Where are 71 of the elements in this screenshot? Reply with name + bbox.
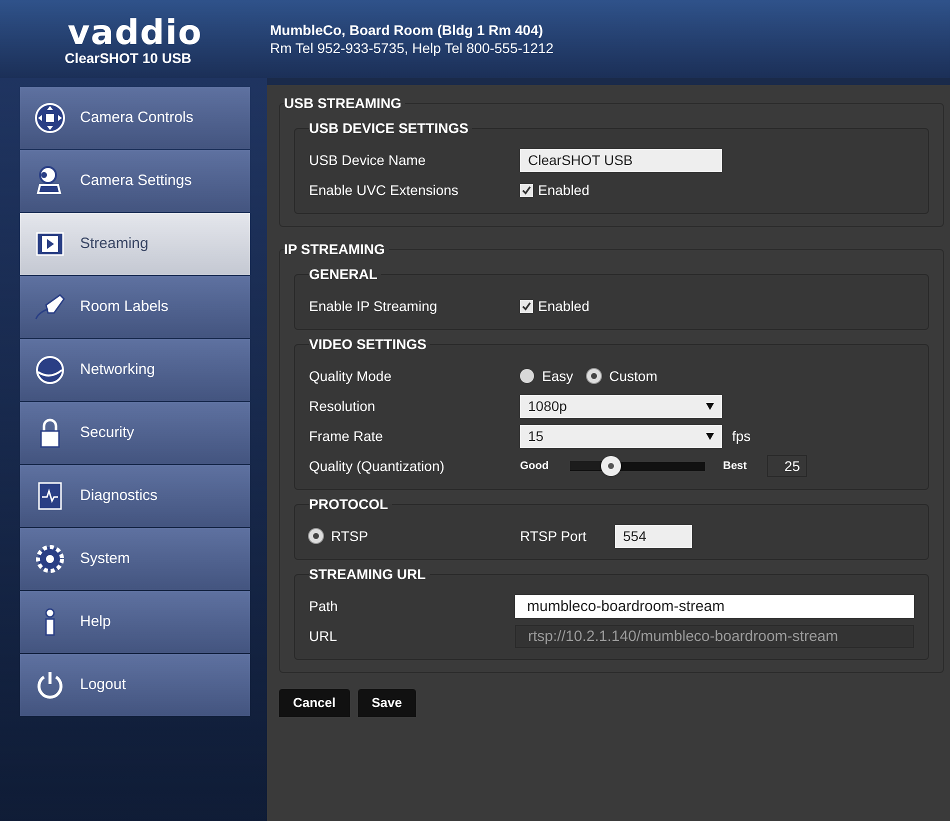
nav-item[interactable]: Help <box>20 591 250 653</box>
group-title: GENERAL <box>309 265 378 284</box>
value-box: 25 <box>767 455 807 477</box>
unit-label: fps <box>732 426 751 446</box>
dropdown-arrow-icon <box>706 432 714 440</box>
radio-button[interactable] <box>309 529 323 543</box>
radio-button[interactable] <box>520 369 534 383</box>
nav-label: Security <box>80 422 134 443</box>
logo-text: vaddio <box>68 16 202 50</box>
field-label: Path <box>309 596 339 616</box>
nav-label: System <box>80 548 130 569</box>
nav-label: Camera Settings <box>80 170 192 191</box>
nav-item[interactable]: Streaming <box>20 213 250 275</box>
product-name: ClearSHOT 10 USB <box>64 50 192 66</box>
phone-numbers: Rm Tel 952-933-5735, Help Tel 800-555-1212 <box>270 39 554 57</box>
nav-label: Help <box>80 612 111 632</box>
group-title: USB DEVICE SETTINGS <box>309 119 470 138</box>
checkbox[interactable] <box>520 184 533 196</box>
section-title: USB STREAMING <box>284 94 402 113</box>
gear-icon <box>34 543 66 575</box>
field-label: Enable IP Streaming <box>309 296 438 316</box>
nav-label: Logout <box>80 674 126 695</box>
nav-label: Diagnostics <box>80 486 158 506</box>
field-label: Quality (Quantization) <box>309 456 446 476</box>
form-button[interactable]: Cancel <box>279 689 350 717</box>
nav-label: Networking <box>80 360 156 380</box>
checkbox-label: Enabled <box>538 296 590 316</box>
globe-icon <box>34 354 66 386</box>
dropdown[interactable]: 15 <box>520 424 722 448</box>
nav-label: Streaming <box>80 234 148 254</box>
radio-label: RTSP <box>331 526 370 546</box>
radio-label: Custom <box>609 366 658 386</box>
group-title: VIDEO SETTINGS <box>309 335 428 354</box>
nav-item[interactable]: Camera Controls <box>20 87 250 149</box>
dropdown-value: 1080p <box>528 396 567 416</box>
group-title: STREAMING URL <box>309 565 427 584</box>
field-label: Resolution <box>309 396 376 416</box>
radio-button[interactable] <box>587 369 602 383</box>
nav-label: Camera Controls <box>80 108 194 128</box>
dpad-icon <box>34 102 66 134</box>
path-field[interactable]: mumbleco-boardroom-stream <box>515 594 914 618</box>
url-field: rtsp://10.2.1.140/mumbleco-boardroom-stream <box>515 624 914 648</box>
slider-max-label: Best <box>723 458 748 474</box>
port-field[interactable]: 554 <box>615 524 692 548</box>
dropdown-arrow-icon <box>706 402 714 410</box>
nav-item[interactable]: Security <box>20 402 250 464</box>
group-title: PROTOCOL <box>309 495 390 514</box>
dropdown[interactable]: 1080p <box>520 394 722 418</box>
slider-min-label: Good <box>520 458 550 474</box>
checkbox-label: Enabled <box>538 180 590 200</box>
field-label: Frame Rate <box>309 426 384 446</box>
dropdown-value: 15 <box>528 426 544 446</box>
radio-label: Easy <box>542 366 574 386</box>
nav-item[interactable]: Room Labels <box>20 276 250 338</box>
nav-item[interactable]: System <box>20 528 250 590</box>
field-label: Quality Mode <box>309 366 392 386</box>
nav-item[interactable]: Camera Settings <box>20 150 250 212</box>
checkbox[interactable] <box>520 300 533 312</box>
nav-label: Room Labels <box>80 296 168 317</box>
nav-item[interactable]: Logout <box>20 654 250 716</box>
field-label: RTSP Port <box>520 526 588 546</box>
field-label: Enable UVC Extensions <box>309 180 460 200</box>
slider-thumb[interactable] <box>600 456 620 476</box>
field-label: URL <box>309 626 338 646</box>
field-label: USB Device Name <box>309 150 427 170</box>
location-title: MumbleCo, Board Room (Bldg 1 Rm 404) <box>270 21 544 39</box>
nav-item[interactable]: Networking <box>20 339 250 401</box>
nav-item[interactable]: Diagnostics <box>20 465 250 527</box>
text-field[interactable]: ClearSHOT USB <box>520 148 722 172</box>
section-title: IP STREAMING <box>284 240 386 259</box>
form-button[interactable]: Save <box>358 689 416 717</box>
